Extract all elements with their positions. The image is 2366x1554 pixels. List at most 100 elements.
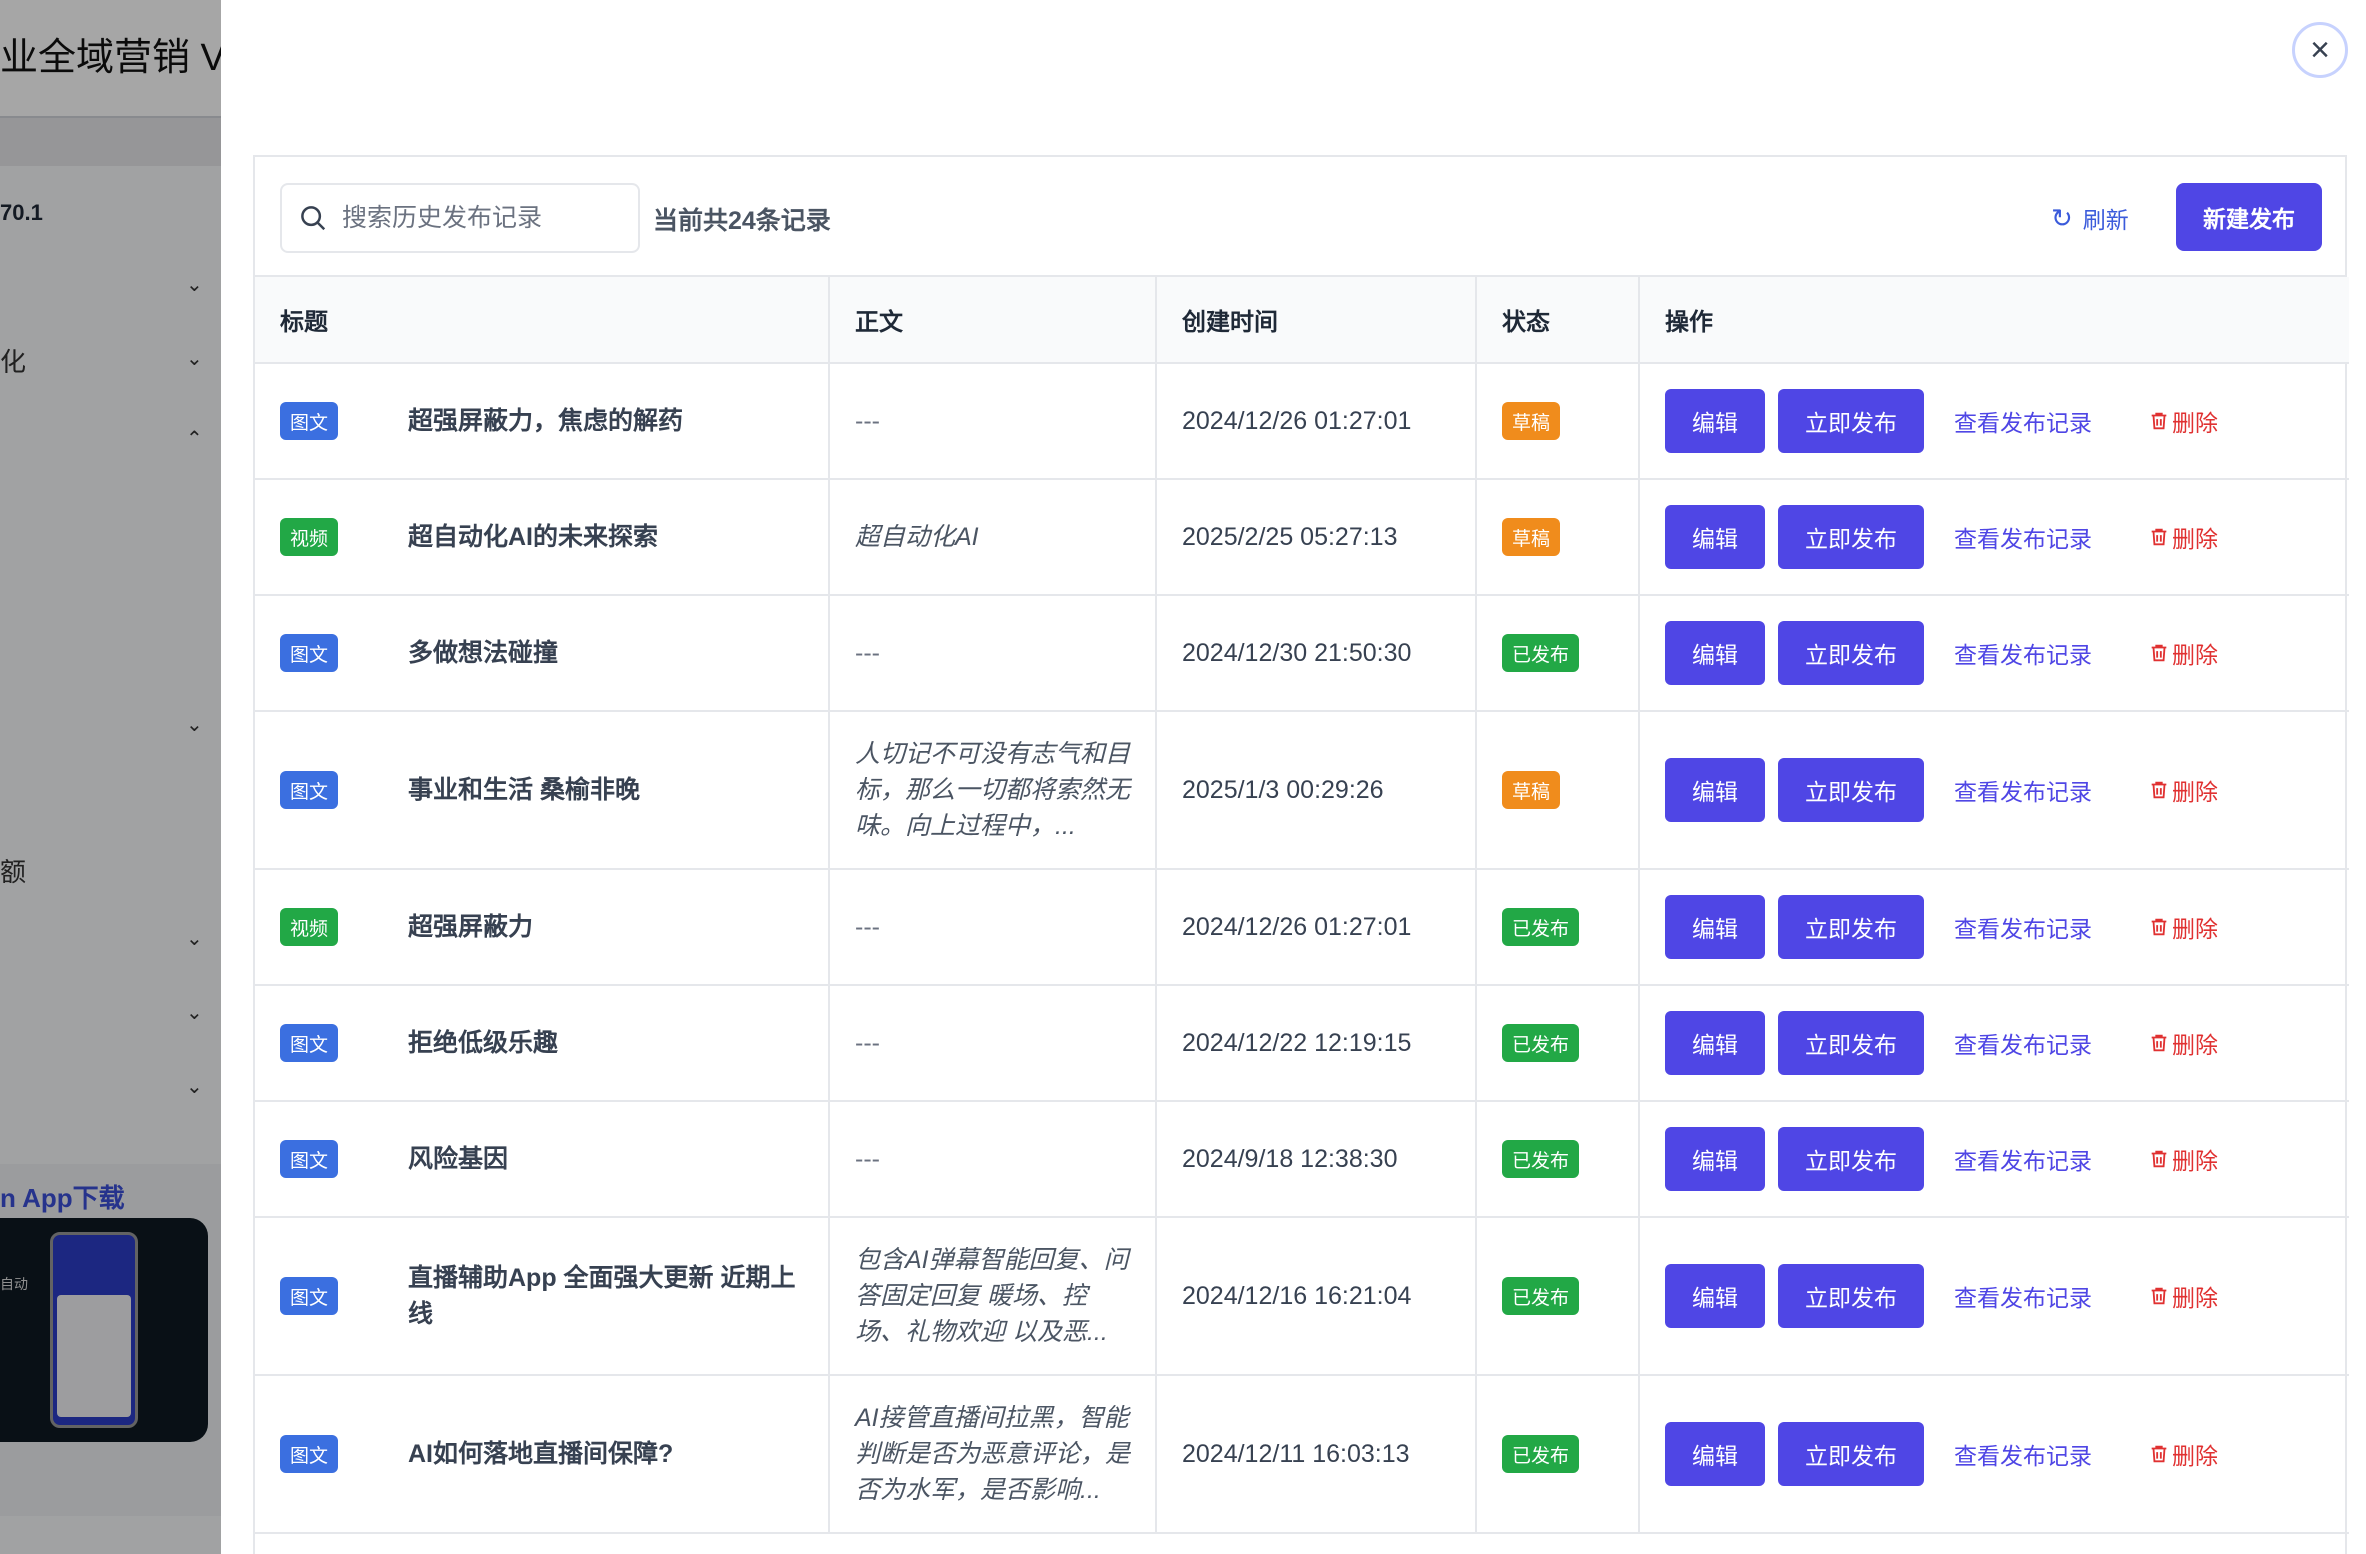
publish-now-button[interactable]: 立即发布 [1778, 1011, 1924, 1075]
view-history-link[interactable]: 查看发布记录 [1954, 520, 2092, 554]
delete-button[interactable]: 删除 [2148, 1279, 2218, 1313]
title-cell: 图文 直播辅助App 全面强大更新 近期上线 [255, 1217, 830, 1376]
type-badge: 视频 [280, 518, 338, 556]
delete-button[interactable]: 删除 [2148, 1437, 2218, 1471]
row-created-time: 2024/12/22 12:19:15 [1182, 1028, 1412, 1057]
table-row: 图文 AI如何落地直播间保障? AI接管直播间拉黑，智能判断是否为恶意评论，是否… [255, 1375, 2349, 1534]
title-cell: 图文 超强屏蔽力，焦虑的解药 [255, 363, 830, 480]
delete-label: 删除 [2172, 779, 2218, 805]
column-header-status: 状态 [1476, 277, 1640, 364]
view-history-link[interactable]: 查看发布记录 [1954, 910, 2092, 944]
close-button[interactable]: × [2292, 22, 2348, 78]
edit-button[interactable]: 编辑 [1665, 1127, 1765, 1191]
trash-icon [2151, 781, 2167, 799]
status-badge: 已发布 [1502, 1024, 1580, 1062]
delete-button[interactable]: 删除 [2148, 636, 2218, 670]
view-history-link[interactable]: 查看发布记录 [1954, 404, 2092, 438]
trash-icon [2151, 412, 2167, 430]
new-publish-button[interactable]: 新建发布 [2176, 183, 2322, 251]
delete-button[interactable]: 删除 [2148, 1142, 2218, 1176]
status-cell: 草稿 [1476, 479, 1640, 596]
trash-icon [2151, 1034, 2167, 1052]
column-header-body: 正文 [829, 277, 1157, 364]
view-history-link[interactable]: 查看发布记录 [1954, 636, 2092, 670]
delete-label: 删除 [2172, 642, 2218, 668]
publish-now-button[interactable]: 立即发布 [1778, 1127, 1924, 1191]
trash-icon [2151, 918, 2167, 936]
status-cell: 已发布 [1476, 595, 1640, 712]
status-badge: 草稿 [1502, 402, 1561, 440]
row-body: 包含AI弹幕智能回复、问答固定回复 暖场、控场、礼物欢迎 以及恶... [855, 1246, 1129, 1346]
status-cell: 草稿 [1476, 711, 1640, 870]
delete-label: 删除 [2172, 1443, 2218, 1469]
time-cell: 2024/12/26 01:27:01 [1156, 363, 1477, 480]
edit-button[interactable]: 编辑 [1665, 1011, 1765, 1075]
actions-cell: 编辑 立即发布 查看发布记录 删除 [1639, 595, 2349, 712]
row-created-time: 2024/12/26 01:27:01 [1182, 912, 1412, 941]
type-badge: 图文 [280, 1277, 338, 1315]
publish-now-button[interactable]: 立即发布 [1778, 505, 1924, 569]
time-cell: 2024/12/16 16:21:04 [1156, 1217, 1477, 1376]
type-badge: 图文 [280, 634, 338, 672]
edit-button[interactable]: 编辑 [1665, 621, 1765, 685]
actions-cell: 编辑 立即发布 查看发布记录 删除 [1639, 479, 2349, 596]
view-history-link[interactable]: 查看发布记录 [1954, 1279, 2092, 1313]
time-cell: 2024/9/18 12:38:30 [1156, 1101, 1477, 1218]
delete-button[interactable]: 删除 [2148, 520, 2218, 554]
row-title: 事业和生活 桑榆非晚 [408, 776, 640, 804]
publish-now-button[interactable]: 立即发布 [1778, 1264, 1924, 1328]
refresh-button[interactable]: ↻ 刷新 [2051, 201, 2129, 235]
trash-icon [2151, 644, 2167, 662]
row-title: 拒绝低级乐趣 [408, 1029, 559, 1057]
view-history-link[interactable]: 查看发布记录 [1954, 1142, 2092, 1176]
body-cell: 包含AI弹幕智能回复、问答固定回复 暖场、控场、礼物欢迎 以及恶... [829, 1217, 1157, 1376]
view-history-link[interactable]: 查看发布记录 [1954, 1026, 2092, 1060]
row-created-time: 2024/12/11 16:03:13 [1182, 1439, 1410, 1468]
status-cell: 已发布 [1476, 1101, 1640, 1218]
row-title: 超强屏蔽力 [408, 913, 534, 941]
body-cell: --- [829, 363, 1157, 480]
delete-button[interactable]: 删除 [2148, 1026, 2218, 1060]
type-badge: 图文 [280, 402, 338, 440]
publish-now-button[interactable]: 立即发布 [1778, 621, 1924, 685]
edit-button[interactable]: 编辑 [1665, 758, 1765, 822]
row-body: --- [855, 1144, 880, 1173]
publish-now-button[interactable]: 立即发布 [1778, 1422, 1924, 1486]
publish-now-button[interactable]: 立即发布 [1778, 758, 1924, 822]
actions-cell: 编辑 立即发布 查看发布记录 删除 [1639, 985, 2349, 1102]
delete-button[interactable]: 删除 [2148, 910, 2218, 944]
search-input[interactable] [342, 203, 622, 233]
edit-button[interactable]: 编辑 [1665, 1264, 1765, 1328]
history-table: 标题 正文 创建时间 状态 操作 图文 超强屏蔽力，焦虑的解药 --- 2024… [255, 277, 2349, 1534]
search-icon [301, 206, 326, 231]
status-cell: 已发布 [1476, 1375, 1640, 1534]
status-cell: 已发布 [1476, 1217, 1640, 1376]
table-row: 图文 拒绝低级乐趣 --- 2024/12/22 12:19:15 已发布 编辑… [255, 985, 2349, 1102]
view-history-link[interactable]: 查看发布记录 [1954, 773, 2092, 807]
row-body: --- [855, 406, 880, 435]
publish-now-button[interactable]: 立即发布 [1778, 895, 1924, 959]
delete-button[interactable]: 删除 [2148, 773, 2218, 807]
edit-button[interactable]: 编辑 [1665, 895, 1765, 959]
status-cell: 已发布 [1476, 985, 1640, 1102]
edit-button[interactable]: 编辑 [1665, 389, 1765, 453]
trash-icon [2151, 1445, 2167, 1463]
actions-cell: 编辑 立即发布 查看发布记录 删除 [1639, 1101, 2349, 1218]
trash-icon [2151, 1287, 2167, 1305]
body-cell: --- [829, 1101, 1157, 1218]
delete-button[interactable]: 删除 [2148, 404, 2218, 438]
column-header-actions: 操作 [1639, 277, 2349, 364]
search-field[interactable] [280, 183, 640, 253]
actions-cell: 编辑 立即发布 查看发布记录 删除 [1639, 711, 2349, 870]
row-created-time: 2024/12/30 21:50:30 [1182, 638, 1412, 667]
modal-overlay[interactable] [0, 0, 221, 1554]
publish-now-button[interactable]: 立即发布 [1778, 389, 1924, 453]
time-cell: 2024/12/26 01:27:01 [1156, 869, 1477, 986]
type-badge: 图文 [280, 1140, 338, 1178]
table-row: 图文 直播辅助App 全面强大更新 近期上线 包含AI弹幕智能回复、问答固定回复… [255, 1217, 2349, 1376]
edit-button[interactable]: 编辑 [1665, 1422, 1765, 1486]
time-cell: 2024/12/11 16:03:13 [1156, 1375, 1477, 1534]
edit-button[interactable]: 编辑 [1665, 505, 1765, 569]
view-history-link[interactable]: 查看发布记录 [1954, 1437, 2092, 1471]
row-created-time: 2024/9/18 12:38:30 [1182, 1144, 1398, 1173]
